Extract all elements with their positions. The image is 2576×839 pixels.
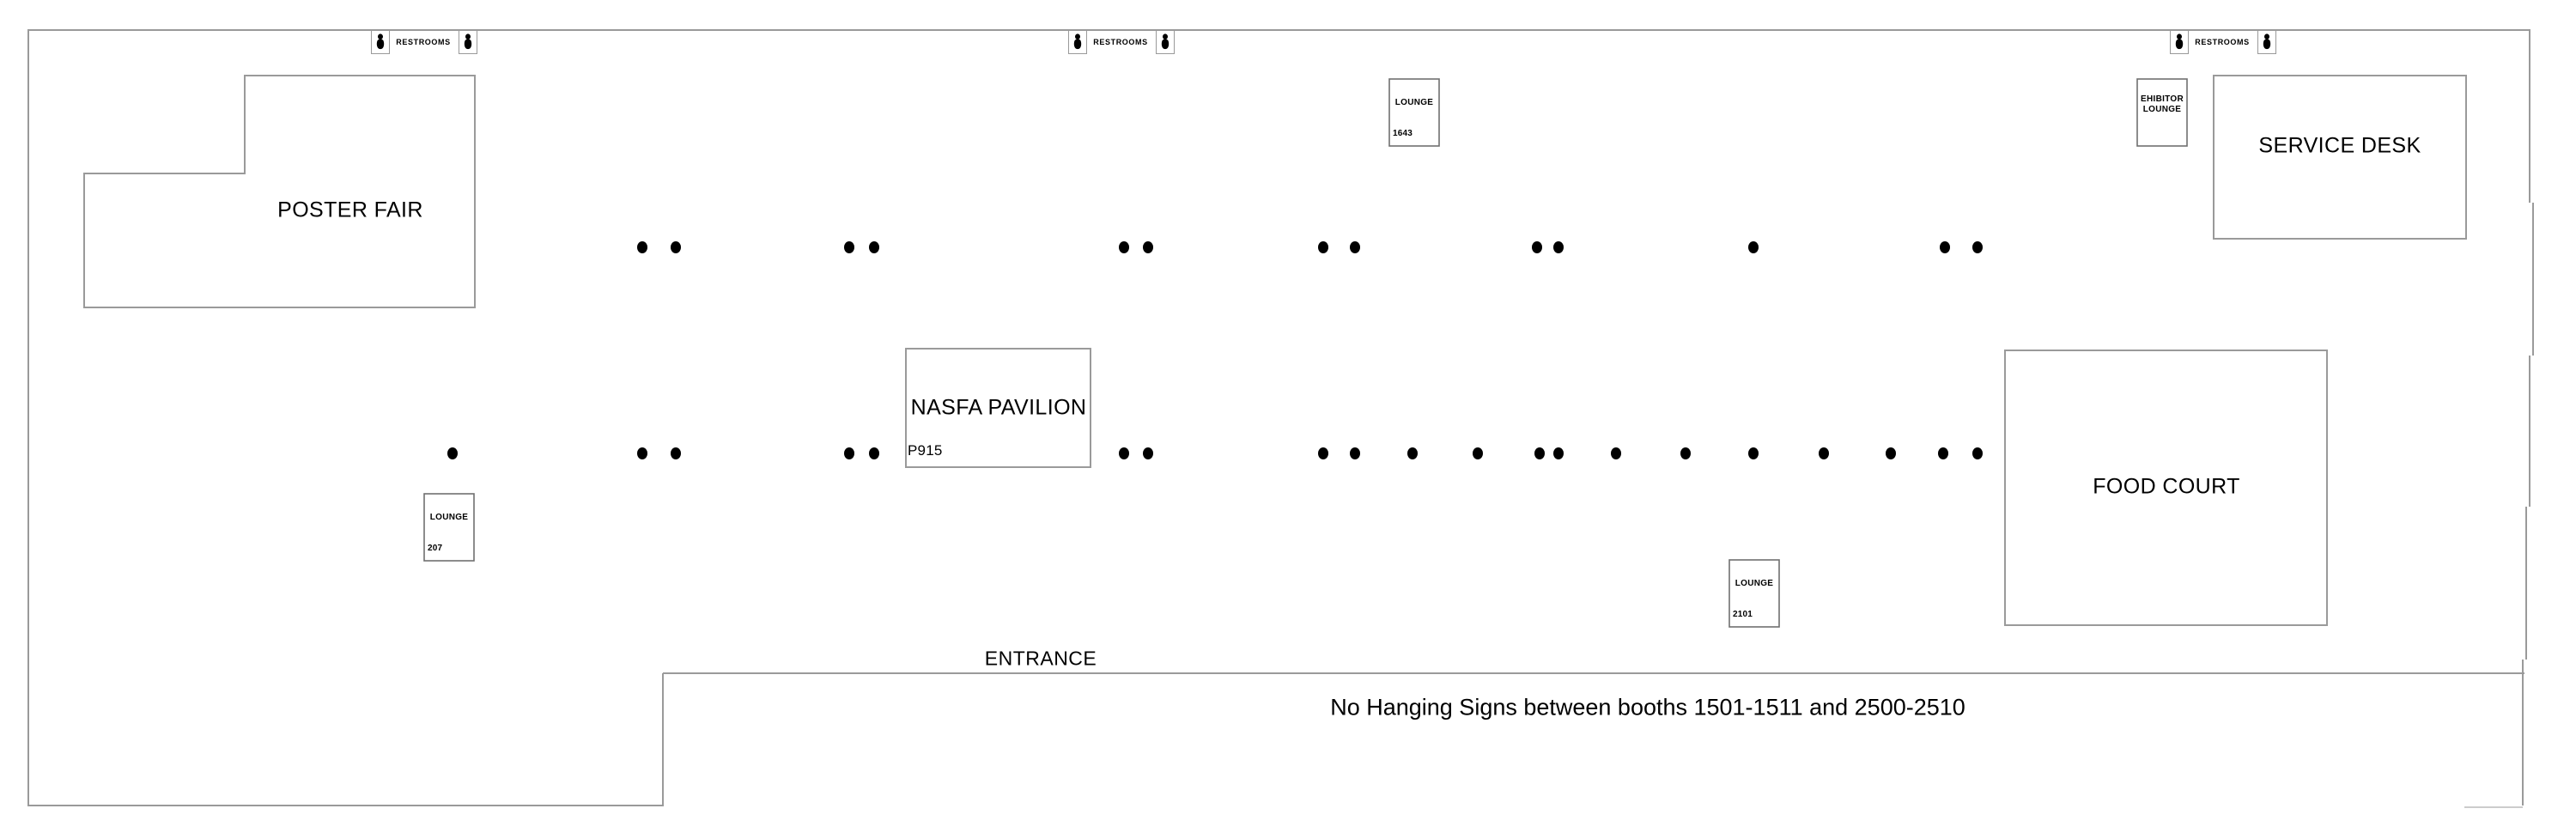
column-marker-lower-7 bbox=[1318, 447, 1328, 459]
lounges-group bbox=[423, 78, 2188, 628]
room-label-food-court: FOOD COURT bbox=[2093, 474, 2240, 499]
column-marker-upper-7 bbox=[1350, 241, 1360, 253]
column-marker-upper-1 bbox=[671, 241, 681, 253]
column-marker-upper-8 bbox=[1532, 241, 1542, 253]
column-marker-lower-3 bbox=[844, 447, 854, 459]
restroom-icon-center-b bbox=[1156, 30, 1175, 54]
room-poster-fair[interactable] bbox=[83, 75, 476, 308]
exhibit-hall-floorplan: POSTER FAIR SERVICE DESK FOOD COURT NASF… bbox=[0, 0, 2576, 839]
column-marker-upper-0 bbox=[637, 241, 647, 253]
column-marker-lower-12 bbox=[1553, 447, 1564, 459]
lounge-code-1643: 1643 bbox=[1393, 129, 1413, 138]
column-marker-lower-11 bbox=[1534, 447, 1545, 459]
restroom-icon-left-a bbox=[371, 30, 390, 54]
column-marker-upper-5 bbox=[1143, 241, 1153, 253]
restrooms-label-left: RESTROOMS bbox=[396, 38, 451, 46]
column-marker-lower-15 bbox=[1748, 447, 1759, 459]
restroom-icon-center-a bbox=[1068, 30, 1087, 54]
restroom-icon-right-b bbox=[2257, 30, 2276, 54]
column-marker-upper-2 bbox=[844, 241, 854, 253]
column-marker-lower-19 bbox=[1972, 447, 1983, 459]
column-marker-lower-6 bbox=[1143, 447, 1153, 459]
column-marker-upper-6 bbox=[1318, 241, 1328, 253]
column-marker-lower-18 bbox=[1938, 447, 1948, 459]
column-marker-upper-3 bbox=[869, 241, 879, 253]
lounge-label-exhibitor: EHIBITOR LOUNGE bbox=[2141, 94, 2184, 114]
lounge-label-1643: LOUNGE bbox=[1394, 98, 1434, 107]
column-markers-group bbox=[447, 241, 1983, 459]
column-marker-upper-9 bbox=[1553, 241, 1564, 253]
entrance-label: ENTRANCE bbox=[984, 647, 1097, 670]
column-marker-upper-10 bbox=[1748, 241, 1759, 253]
room-label-nasfa-pavilion: NASFA PAVILION bbox=[910, 395, 1087, 420]
restroom-icon-right-a bbox=[2170, 30, 2189, 54]
column-marker-lower-4 bbox=[869, 447, 879, 459]
restrooms-label-right: RESTROOMS bbox=[2195, 38, 2250, 46]
column-marker-lower-8 bbox=[1350, 447, 1360, 459]
column-marker-lower-14 bbox=[1680, 447, 1691, 459]
room-label-poster-fair: POSTER FAIR bbox=[277, 198, 423, 222]
hall-lower-left-extension bbox=[27, 673, 664, 806]
restrooms-label-center: RESTROOMS bbox=[1093, 38, 1148, 46]
column-marker-lower-13 bbox=[1611, 447, 1621, 459]
room-label-service-desk: SERVICE DESK bbox=[2258, 133, 2421, 158]
no-hanging-signs-note: No Hanging Signs between booths 1501-151… bbox=[1330, 694, 1965, 720]
column-marker-lower-0 bbox=[447, 447, 458, 459]
lounge-code-207: 207 bbox=[428, 544, 443, 553]
column-marker-lower-1 bbox=[637, 447, 647, 459]
lounge-code-2101: 2101 bbox=[1733, 610, 1753, 619]
room-code-nasfa-pavilion: P915 bbox=[908, 442, 943, 459]
column-marker-lower-17 bbox=[1886, 447, 1896, 459]
column-marker-upper-11 bbox=[1940, 241, 1950, 253]
column-marker-upper-12 bbox=[1972, 241, 1983, 253]
column-marker-lower-5 bbox=[1119, 447, 1129, 459]
lounge-label-207: LOUNGE bbox=[429, 513, 469, 522]
column-marker-lower-16 bbox=[1819, 447, 1829, 459]
column-marker-lower-9 bbox=[1407, 447, 1418, 459]
restroom-icon-left-b bbox=[459, 30, 477, 54]
column-marker-lower-2 bbox=[671, 447, 681, 459]
floorplan-vector-layer bbox=[27, 29, 2534, 808]
column-marker-lower-10 bbox=[1473, 447, 1483, 459]
lounge-label-2101: LOUNGE bbox=[1735, 579, 1774, 588]
column-marker-upper-4 bbox=[1119, 241, 1129, 253]
